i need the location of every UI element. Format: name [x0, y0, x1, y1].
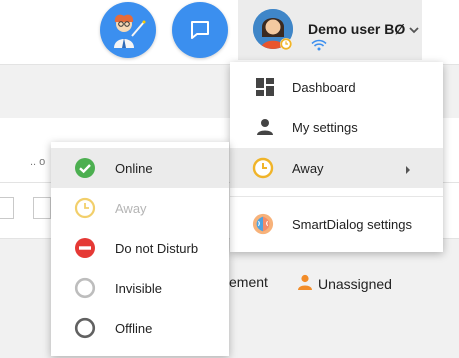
row-checkbox[interactable] — [33, 197, 51, 219]
user-dropdown-menu: Dashboard My settings Away SmartDialog s… — [230, 62, 443, 252]
status-label: Online — [115, 160, 153, 176]
menu-divider — [230, 196, 443, 197]
status-option-invisible[interactable]: Invisible — [51, 268, 229, 308]
status-badge — [280, 38, 292, 50]
status-label: Do not Disturb — [115, 240, 199, 256]
caret-right-icon — [404, 162, 412, 180]
status-option-offline[interactable]: Offline — [51, 308, 229, 348]
professor-icon — [114, 14, 146, 48]
empty-circle-icon — [74, 317, 96, 339]
menu-item-label: Dashboard — [292, 79, 356, 95]
do-not-disturb-icon — [74, 237, 96, 259]
wifi-icon — [311, 38, 327, 56]
status-option-online[interactable]: Online — [51, 148, 229, 188]
truncated-column-label: .. o — [30, 156, 46, 168]
check-circle-icon — [74, 157, 96, 179]
chat-button[interactable] — [172, 2, 228, 58]
chat-icon — [191, 21, 209, 39]
menu-item-label: Away — [292, 160, 324, 176]
status-option-away: Away — [51, 188, 229, 228]
status-label: Offline — [115, 320, 153, 336]
clock-icon — [252, 157, 274, 179]
menu-item-my-settings[interactable]: My settings — [230, 107, 443, 147]
unassigned-label: Unassigned — [318, 276, 392, 292]
menu-item-smartdialog-settings[interactable]: SmartDialog settings — [230, 204, 443, 244]
status-option-do-not-disturb[interactable]: Do not Disturb — [51, 228, 229, 268]
status-label: Invisible — [115, 280, 162, 296]
assignment-label: ement — [229, 274, 268, 290]
clock-icon — [74, 197, 96, 219]
smartdialog-assistant-button[interactable] — [100, 2, 156, 58]
dashboard-icon — [254, 76, 276, 98]
person-icon — [297, 274, 313, 290]
person-icon — [254, 116, 276, 138]
status-label: Away — [115, 200, 147, 216]
menu-item-away[interactable]: Away — [230, 148, 443, 188]
chevron-down-icon[interactable] — [408, 22, 420, 40]
menu-item-dashboard[interactable]: Dashboard — [230, 67, 443, 107]
status-submenu: Online Away Do not Disturb Invisible Off… — [51, 142, 229, 356]
menu-item-label: SmartDialog settings — [292, 216, 412, 232]
row-checkbox[interactable] — [0, 197, 14, 219]
brain-icon — [252, 213, 274, 235]
empty-circle-icon — [74, 277, 96, 299]
user-name[interactable]: Demo user BØ — [308, 21, 405, 37]
menu-item-label: My settings — [292, 119, 358, 135]
clock-icon — [280, 38, 292, 50]
